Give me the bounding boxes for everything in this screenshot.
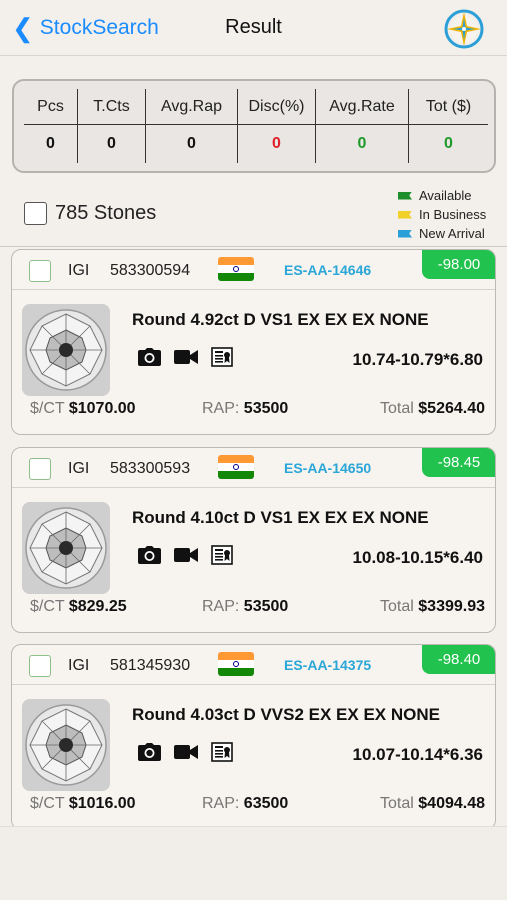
divider <box>0 246 507 247</box>
bottom-area <box>0 826 507 900</box>
stone-count: 785 Stones <box>55 202 157 224</box>
certificate-icon[interactable] <box>211 742 233 762</box>
camera-icon[interactable] <box>138 348 161 366</box>
india-flag-icon <box>218 652 254 676</box>
stone-card[interactable]: IGI 583300593 ES-AA-14650 -98.45 Round 4… <box>11 447 496 633</box>
compass-icon[interactable] <box>443 8 485 50</box>
stone-description: Round 4.10ct D VS1 EX EX EX NONE <box>132 508 429 527</box>
status-legend: Available In Business New Arrival <box>398 186 503 243</box>
price-row: $/CT $829.25 RAP: 53500 Total $3399.93 <box>30 598 485 620</box>
stone-description: Round 4.03ct D VVS2 EX EX EX NONE <box>132 705 440 724</box>
card-header: IGI 583300594 ES-AA-14646 -98.00 <box>12 250 495 290</box>
lab-name: IGI <box>68 262 90 279</box>
card-header: IGI 583300593 ES-AA-14650 -98.45 <box>12 448 495 488</box>
discount-badge: -98.00 <box>422 250 495 279</box>
price-row: $/CT $1070.00 RAP: 53500 Total $5264.40 <box>30 400 485 422</box>
per-ct-label: $/CT <box>30 795 65 812</box>
summary-value-avgrate: 0 <box>316 125 409 163</box>
video-icon[interactable] <box>174 349 198 365</box>
total-label: Total <box>380 795 414 812</box>
rap-label: RAP: <box>202 400 240 417</box>
media-icons <box>138 347 246 367</box>
summary-header-tcts: T.Cts <box>78 89 146 125</box>
media-icons <box>138 545 246 565</box>
select-all-checkbox[interactable]: 785 Stones <box>24 202 156 225</box>
total-label: Total <box>380 400 414 417</box>
certificate-number[interactable]: 583300593 <box>110 460 190 478</box>
certificate-number[interactable]: 583300594 <box>110 262 190 280</box>
per-ct-label: $/CT <box>30 400 65 417</box>
summary-value-disc: 0 <box>238 125 316 163</box>
india-flag-icon <box>218 455 254 479</box>
certificate-icon[interactable] <box>211 545 233 565</box>
summary-header-avgrap: Avg.Rap <box>146 89 238 125</box>
rap-label: RAP: <box>202 598 240 615</box>
summary-header-avgrate: Avg.Rate <box>316 89 409 125</box>
measurements: 10.07-10.14*6.36 <box>352 745 483 764</box>
certificate-number[interactable]: 581345930 <box>110 657 190 675</box>
summary-header-total: Tot ($) <box>409 89 488 125</box>
price-row: $/CT $1016.00 RAP: 63500 Total $4094.48 <box>30 795 485 817</box>
rap-value: 53500 <box>243 598 289 615</box>
rap-value: 53500 <box>243 400 289 417</box>
stone-description: Round 4.92ct D VS1 EX EX EX NONE <box>132 310 429 329</box>
total-value: $3399.93 <box>418 598 485 615</box>
summary-value-tcts: 0 <box>78 125 146 163</box>
india-flag-icon <box>218 257 254 281</box>
video-icon[interactable] <box>174 547 198 563</box>
measurements: 10.74-10.79*6.80 <box>352 350 483 369</box>
media-icons <box>138 742 246 762</box>
summary-table: Pcs T.Cts Avg.Rap Disc(%) Avg.Rate Tot (… <box>12 79 496 173</box>
per-ct-value: $1016.00 <box>68 795 136 812</box>
diamond-image[interactable] <box>22 502 110 594</box>
flag-icon <box>398 191 412 200</box>
lab-name: IGI <box>68 657 90 674</box>
per-ct-value: $1070.00 <box>68 400 136 417</box>
total-label: Total <box>380 598 414 615</box>
stone-card[interactable]: IGI 581345930 ES-AA-14375 -98.40 Round 4… <box>11 644 496 830</box>
stone-checkbox[interactable] <box>29 260 51 282</box>
measurements: 10.08-10.15*6.40 <box>352 548 483 567</box>
stock-code: ES-AA-14375 <box>284 657 372 673</box>
legend-label: In Business <box>419 207 487 222</box>
legend-label: New Arrival <box>419 226 485 241</box>
stock-code: ES-AA-14646 <box>284 262 372 278</box>
nav-bar: ❮ StockSearch Result <box>0 0 507 56</box>
camera-icon[interactable] <box>138 743 161 761</box>
discount-badge: -98.40 <box>422 645 495 674</box>
lab-name: IGI <box>68 460 90 477</box>
certificate-icon[interactable] <box>211 347 233 367</box>
summary-value-avgrap: 0 <box>146 125 238 163</box>
summary-value-pcs: 0 <box>24 125 78 163</box>
legend-new-arrival: New Arrival <box>398 224 503 243</box>
diamond-image[interactable] <box>22 699 110 791</box>
stone-checkbox[interactable] <box>29 458 51 480</box>
total-value: $4094.48 <box>418 795 485 812</box>
card-header: IGI 581345930 ES-AA-14375 -98.40 <box>12 645 495 685</box>
rap-label: RAP: <box>202 795 240 812</box>
summary-value-total: 0 <box>444 135 453 152</box>
summary-header-disc: Disc(%) <box>238 89 316 125</box>
stock-code: ES-AA-14650 <box>284 460 372 476</box>
legend-available: Available <box>398 186 503 205</box>
flag-icon <box>398 229 412 238</box>
page-title: Result <box>225 16 282 38</box>
legend-label: Available <box>419 188 472 203</box>
flag-icon <box>398 210 412 219</box>
per-ct-value: $829.25 <box>68 598 127 615</box>
summary-header-pcs: Pcs <box>24 89 78 125</box>
per-ct-label: $/CT <box>30 598 65 615</box>
camera-icon[interactable] <box>138 546 161 564</box>
total-value: $5264.40 <box>418 400 485 417</box>
discount-badge: -98.45 <box>422 448 495 477</box>
stone-checkbox[interactable] <box>29 655 51 677</box>
diamond-image[interactable] <box>22 304 110 396</box>
stone-card[interactable]: IGI 583300594 ES-AA-14646 -98.00 Round 4… <box>11 249 496 435</box>
legend-in-business: In Business <box>398 205 503 224</box>
checkbox[interactable] <box>24 202 47 225</box>
rap-value: 63500 <box>243 795 289 812</box>
video-icon[interactable] <box>174 744 198 760</box>
